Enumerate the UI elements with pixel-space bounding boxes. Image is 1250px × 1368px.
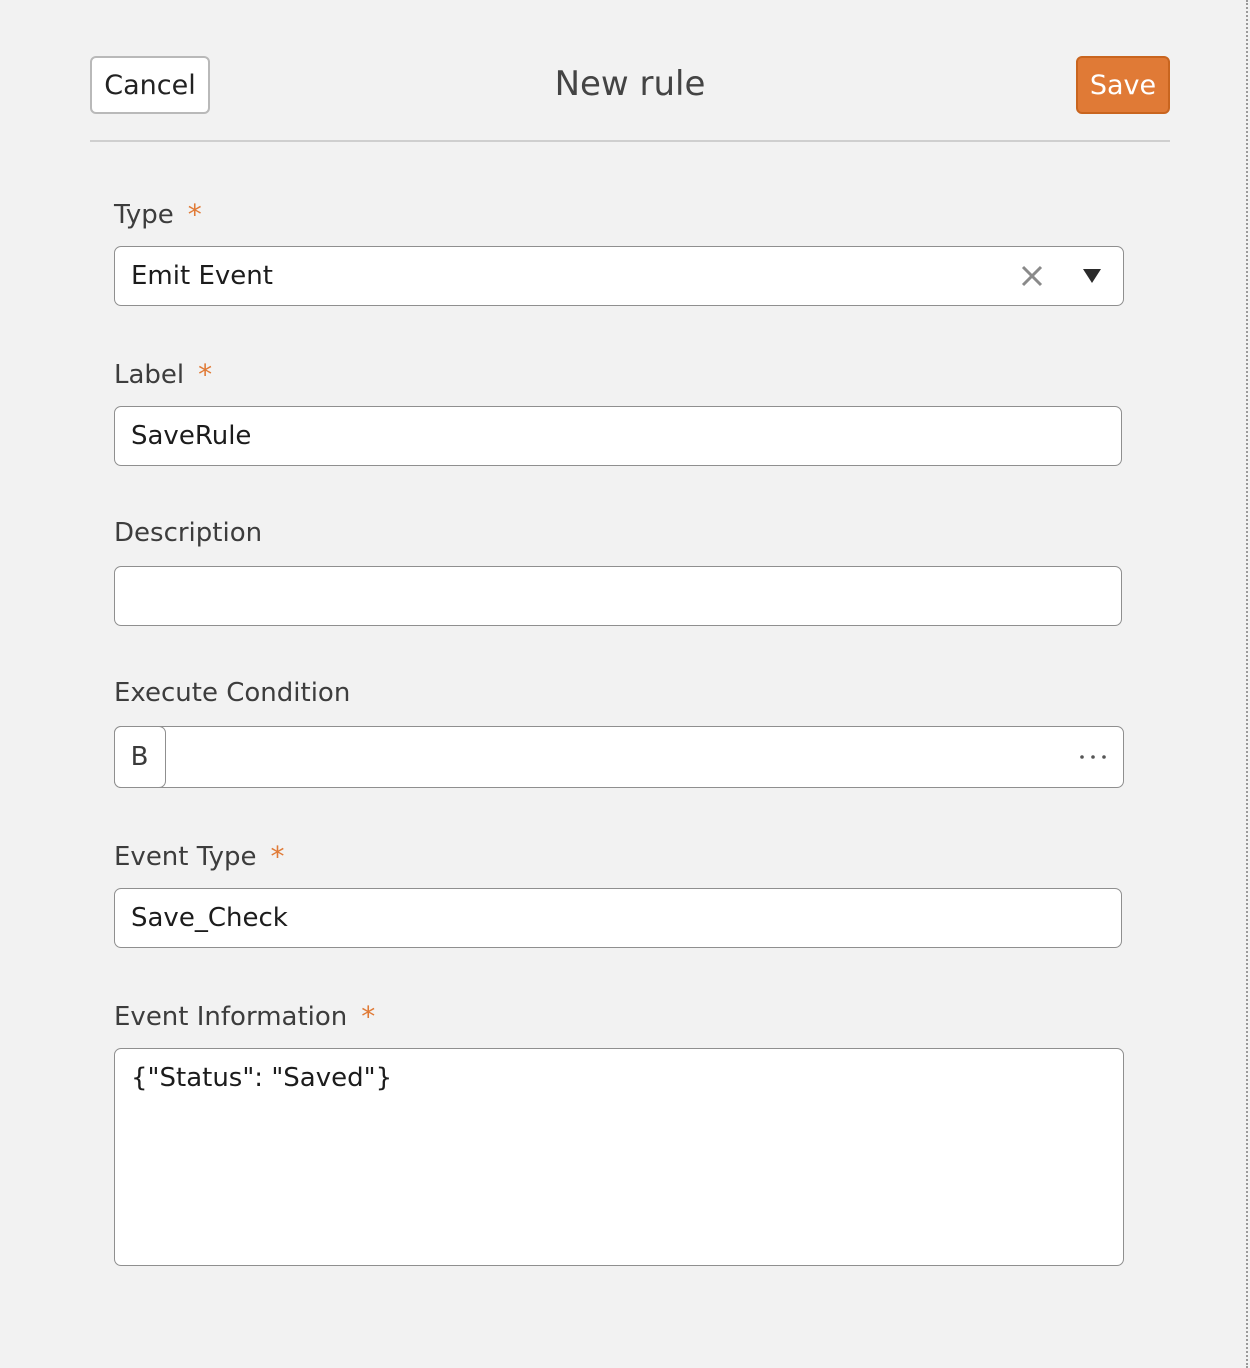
required-marker: * (187, 198, 202, 231)
ellipsis-icon[interactable] (1079, 753, 1107, 761)
condition-mode-button[interactable]: B (113, 725, 166, 788)
label-label-text: Label (114, 359, 185, 390)
event-type-input-value: Save_Check (131, 903, 288, 933)
label-label: Label * (114, 358, 212, 391)
description-label-text: Description (114, 518, 263, 548)
type-label-text: Type (114, 199, 174, 230)
required-marker: * (198, 358, 213, 391)
type-select-value: Emit Event (131, 261, 273, 291)
event-type-input[interactable]: Save_Check (114, 888, 1122, 948)
event-type-label: Event Type * (114, 840, 284, 873)
required-marker: * (361, 1000, 376, 1033)
type-label: Type * (114, 198, 202, 231)
type-select[interactable]: Emit Event (114, 246, 1124, 306)
header-divider (90, 140, 1170, 142)
label-input-value: SaveRule (131, 421, 252, 451)
close-icon[interactable] (1019, 263, 1045, 289)
execute-condition-label-text: Execute Condition (114, 678, 351, 708)
label-input[interactable]: SaveRule (114, 406, 1122, 466)
save-button[interactable]: Save (1076, 56, 1170, 114)
event-information-value: {"Status": "Saved"} (131, 1063, 393, 1093)
description-label: Description (114, 518, 262, 548)
execute-condition-label: Execute Condition (114, 678, 350, 708)
event-information-textarea[interactable]: {"Status": "Saved"} (114, 1048, 1124, 1266)
header: Cancel New rule Save (90, 56, 1170, 116)
required-marker: * (270, 840, 285, 873)
event-information-label-text: Event Information (114, 1001, 348, 1032)
caret-down-icon[interactable] (1083, 269, 1101, 283)
description-input[interactable] (114, 566, 1122, 626)
event-information-label: Event Information * (114, 1000, 375, 1033)
execute-condition-input[interactable]: B (113, 725, 1124, 788)
event-type-label-text: Event Type (114, 841, 257, 872)
page-title: New rule (554, 64, 706, 104)
panel-edge (1246, 0, 1248, 1368)
